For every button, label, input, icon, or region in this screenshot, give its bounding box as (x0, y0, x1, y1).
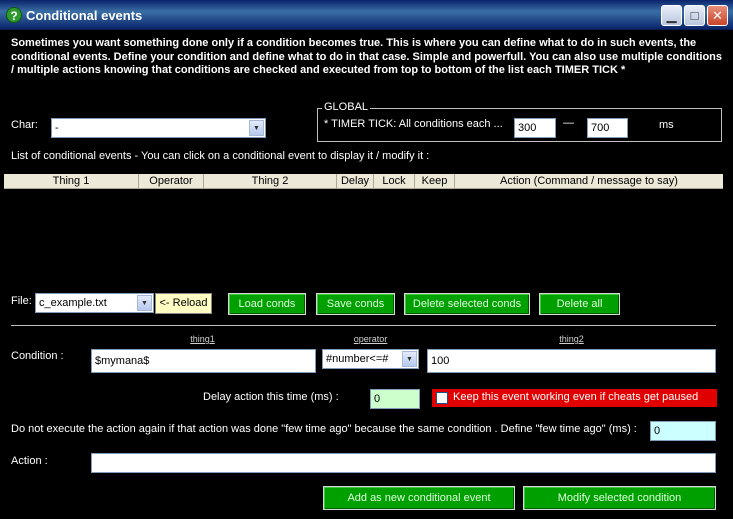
divider (11, 325, 716, 326)
help-icon: ? (6, 7, 22, 23)
keep-event-checkbox[interactable] (436, 392, 448, 404)
events-table-header: Thing 1 Operator Thing 2 Delay Lock Keep… (4, 174, 723, 189)
operator-select[interactable]: #number<=# ▼ (322, 349, 419, 369)
delete-all-button[interactable]: Delete all (539, 293, 620, 315)
operator-header: operator (353, 334, 388, 344)
delay-label: Delay action this time (ms) : (203, 391, 339, 403)
timer-max-input[interactable] (587, 118, 628, 138)
column-delay[interactable]: Delay (337, 174, 374, 189)
title-bar: ? Conditional events ▁ □ ✕ (0, 0, 733, 30)
timer-tick-label: * TIMER TICK: All conditions each ... (324, 118, 503, 130)
keep-event-checkbox-row[interactable]: Keep this event working even if cheats g… (432, 389, 717, 407)
timer-unit: ms (659, 119, 674, 131)
thing1-input[interactable] (91, 349, 316, 373)
column-thing1[interactable]: Thing 1 (4, 174, 139, 189)
action-input[interactable] (91, 453, 716, 473)
thing1-header: thing1 (190, 334, 215, 344)
events-table-body[interactable] (4, 190, 723, 285)
timer-min-input[interactable] (514, 118, 556, 138)
intro-text: Sometimes you want something done only i… (11, 37, 723, 76)
window-title: Conditional events (26, 8, 143, 23)
chevron-down-icon[interactable]: ▼ (402, 351, 417, 367)
list-caption: List of conditional events - You can cli… (11, 150, 430, 162)
thing2-input[interactable] (427, 349, 716, 373)
char-label: Char: (11, 119, 38, 131)
save-conds-button[interactable]: Save conds (316, 293, 395, 315)
char-select[interactable]: - ▼ (51, 118, 266, 138)
thing2-header: thing2 (559, 334, 584, 344)
load-conds-button[interactable]: Load conds (228, 293, 306, 315)
column-operator[interactable]: Operator (139, 174, 204, 189)
global-legend: GLOBAL (322, 101, 371, 113)
minimize-icon: ▁ (666, 8, 677, 23)
few-time-ago-label: Do not execute the action again if that … (11, 423, 637, 435)
file-label: File: (11, 295, 32, 307)
operator-select-value: #number<=# (326, 353, 389, 365)
file-select[interactable]: c_example.txt ▼ (35, 293, 154, 313)
column-action[interactable]: Action (Command / message to say) (455, 174, 723, 189)
add-conditional-event-button[interactable]: Add as new conditional event (323, 486, 515, 510)
column-keep[interactable]: Keep (415, 174, 455, 189)
close-button[interactable]: ✕ (707, 5, 728, 26)
chevron-down-icon[interactable]: ▼ (249, 120, 264, 136)
close-icon: ✕ (712, 8, 723, 23)
action-label: Action : (11, 455, 48, 467)
few-time-ago-input[interactable] (650, 421, 716, 441)
minimize-button[interactable]: ▁ (661, 5, 682, 26)
file-select-value: c_example.txt (39, 297, 107, 309)
reload-button[interactable]: <- Reload (155, 293, 212, 314)
column-thing2[interactable]: Thing 2 (204, 174, 337, 189)
keep-event-label[interactable]: Keep this event working even if cheats g… (453, 391, 698, 403)
modify-selected-condition-button[interactable]: Modify selected condition (523, 486, 716, 510)
delay-input[interactable] (370, 389, 420, 409)
maximize-button[interactable]: □ (684, 5, 705, 26)
maximize-icon: □ (690, 8, 699, 23)
condition-label: Condition : (11, 350, 64, 362)
char-select-value: - (55, 122, 59, 134)
column-lock[interactable]: Lock (374, 174, 415, 189)
chevron-down-icon[interactable]: ▼ (137, 295, 152, 311)
delete-selected-conds-button[interactable]: Delete selected conds (404, 293, 530, 315)
timer-separator: — (563, 117, 574, 129)
